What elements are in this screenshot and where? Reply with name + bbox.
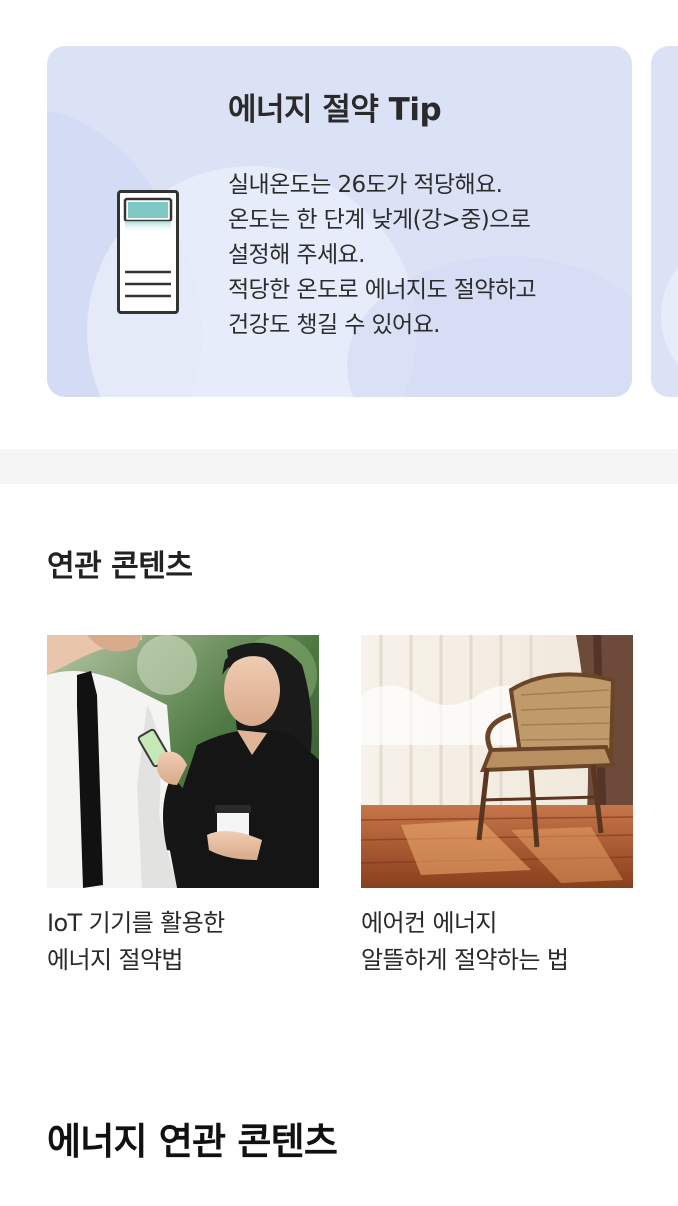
related-content-caption: IoT 기기를 활용한 에너지 절약법 [47, 905, 319, 979]
related-content-card[interactable]: IoT 기기를 활용한 에너지 절약법 [47, 635, 319, 979]
related-content-card[interactable]: 에어컨 에너지 알뜰하게 절약하는 법 [361, 635, 633, 979]
card-background-shape [661, 236, 678, 396]
energy-tip-carousel[interactable]: 에너지 절약 Tip 실내온도는 26도가 적당해요. 온도는 한 단계 낮게(… [0, 0, 678, 420]
related-content-caption: 에어컨 에너지 알뜰하게 절약하는 법 [361, 905, 633, 979]
energy-related-contents-title: 에너지 연관 콘텐츠 [47, 1120, 338, 1163]
energy-tip-title: 에너지 절약 Tip [228, 92, 442, 128]
energy-tip-line: 온도는 한 단계 낮게(강>중)으로 [228, 207, 531, 233]
energy-tip-line: 설정해 주세요. [228, 242, 365, 268]
energy-tip-body: 실내온도는 26도가 적당해요. 온도는 한 단계 낮게(강>중)으로 설정해 … [228, 168, 618, 343]
energy-tip-line: 적당한 온도로 에너지도 절약하고 [228, 277, 537, 303]
energy-tip-line: 건강도 챙길 수 있어요. [228, 312, 440, 338]
caption-line: 에어컨 에너지 [361, 909, 498, 937]
energy-tip-card[interactable]: 에너지 절약 Tip 실내온도는 26도가 적당해요. 온도는 한 단계 낮게(… [47, 46, 632, 397]
next-tip-card-peek[interactable] [651, 46, 678, 397]
people-using-smartphone-photo [47, 635, 319, 888]
caption-line: 알뜰하게 절약하는 법 [361, 946, 569, 974]
caption-line: 에너지 절약법 [47, 946, 184, 974]
caption-line: IoT 기기를 활용한 [47, 909, 225, 937]
related-contents-title: 연관 콘텐츠 [47, 549, 193, 584]
rattan-chair-by-window-photo [361, 635, 633, 888]
energy-tip-line: 실내온도는 26도가 적당해요. [228, 172, 503, 198]
air-conditioner-icon [117, 190, 179, 314]
section-divider [0, 449, 678, 484]
